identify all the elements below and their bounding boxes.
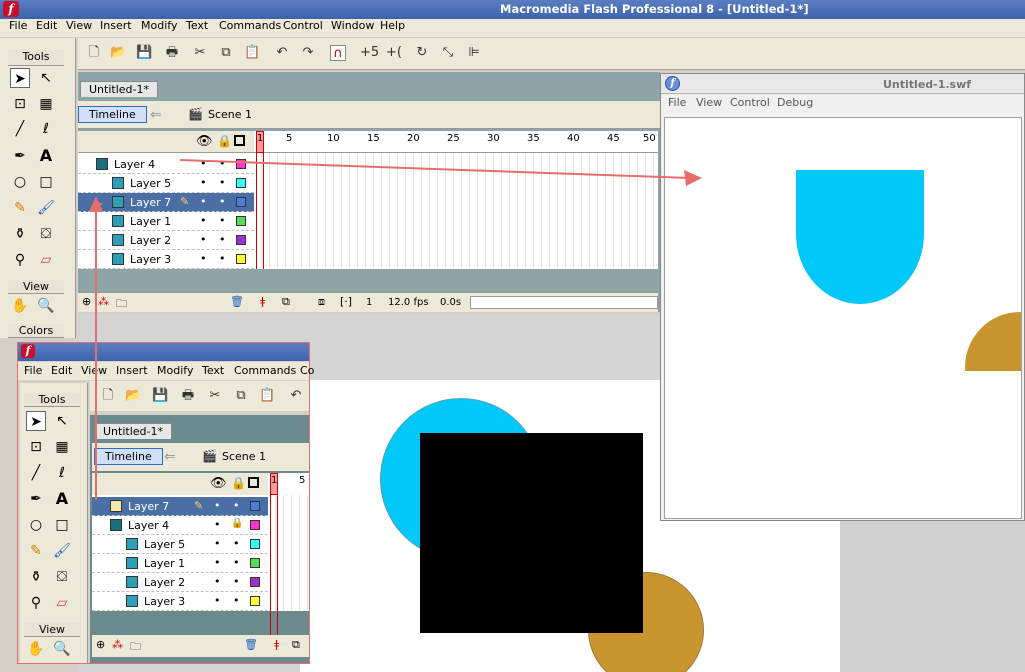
annotation-arrows	[89, 159, 702, 500]
arrowhead-swf	[684, 170, 702, 186]
arrow-to-swf	[179, 159, 691, 179]
